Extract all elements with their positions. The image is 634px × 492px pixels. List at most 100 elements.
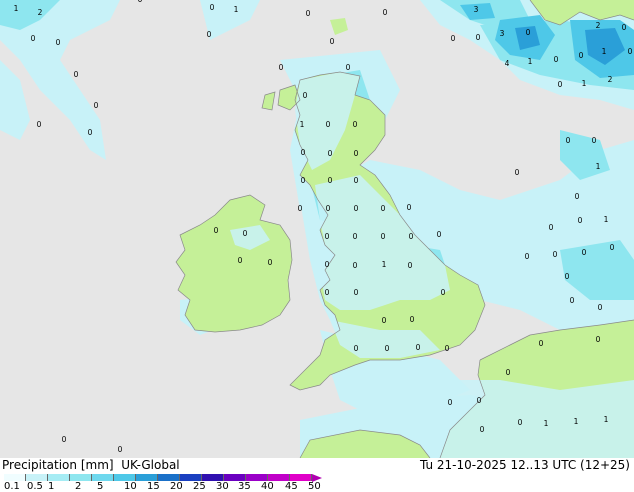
grid-value: 0	[306, 9, 311, 18]
grid-value: 0	[579, 51, 584, 60]
grid-value: 0	[325, 288, 330, 297]
grid-value: 0	[622, 23, 627, 32]
grid-value: 0	[118, 445, 123, 454]
grid-value: 1	[604, 415, 609, 424]
grid-value: 0	[596, 335, 601, 344]
colorbar-tick: 10	[124, 481, 137, 492]
grid-value: 0	[476, 33, 481, 42]
grid-value: 0	[477, 396, 482, 405]
colorbar-tick: 35	[238, 481, 251, 492]
grid-value: 0	[441, 288, 446, 297]
grid-value: 0	[279, 63, 284, 72]
grid-value: 0	[610, 243, 615, 252]
grid-value: 0	[448, 398, 453, 407]
colorbar-tick: 2	[75, 481, 82, 492]
grid-value: 0	[578, 216, 583, 225]
grid-value: 1	[14, 4, 19, 13]
grid-value: 0	[268, 258, 273, 267]
grid-value: 0	[74, 70, 79, 79]
grid-value: 0	[381, 232, 386, 241]
grid-value: 0	[353, 120, 358, 129]
grid-value: 0	[214, 226, 219, 235]
grid-value: 0	[325, 232, 330, 241]
grid-value: 0	[515, 168, 520, 177]
grid-value: 3	[500, 29, 505, 38]
grid-value: 0	[238, 256, 243, 265]
grid-value: 0	[31, 34, 36, 43]
grid-value: 0	[325, 260, 330, 269]
colorbar-swatch	[180, 474, 202, 481]
colorbar-tick: 20	[170, 481, 183, 492]
grid-value: 2	[38, 8, 43, 17]
grid-value: 0	[628, 47, 633, 56]
colorbar-tick: 5	[97, 481, 104, 492]
grid-value: 0	[243, 229, 248, 238]
colorbar-swatch	[224, 474, 246, 481]
grid-value: 0	[62, 435, 67, 444]
grid-value: 0	[558, 80, 563, 89]
grid-value: 0	[410, 315, 415, 324]
grid-value: 0	[385, 344, 390, 353]
grid-value: 0	[301, 176, 306, 185]
colorbar-tick: 45	[285, 481, 298, 492]
grid-value: 0	[525, 252, 530, 261]
grid-value: 0	[451, 34, 456, 43]
colorbar-swatch	[136, 474, 158, 481]
grid-value: 1	[604, 215, 609, 224]
grid-value: 0	[553, 250, 558, 259]
grid-value: 0	[506, 368, 511, 377]
colorbar-swatch	[158, 474, 180, 481]
grid-value: 0	[554, 55, 559, 64]
grid-value: 2	[596, 21, 601, 30]
colorbar-swatch	[92, 474, 114, 481]
grid-value: 0	[549, 223, 554, 232]
grid-value: 0	[138, 0, 143, 4]
forecast-datetime: Tu 21-10-2025 12..13 UTC (12+25)	[419, 458, 630, 472]
grid-value: 0	[592, 136, 597, 145]
grid-value: 0	[207, 30, 212, 39]
colorbar-tick: 0.1	[4, 481, 20, 492]
grid-value: 0	[354, 288, 359, 297]
legend-footer: Precipitation [mm] UK-Global Tu 21-10-20…	[0, 458, 634, 492]
grid-value: 1	[582, 79, 587, 88]
model-name: UK-Global	[113, 458, 180, 472]
grid-value: 1	[596, 162, 601, 171]
grid-value: 0	[409, 232, 414, 241]
grid-value: 2	[608, 75, 613, 84]
grid-value: 0	[416, 343, 421, 352]
grid-value: 0	[575, 192, 580, 201]
grid-value: 0	[582, 248, 587, 257]
grid-value: 1	[544, 419, 549, 428]
grid-value: 0	[353, 261, 358, 270]
colorbar-swatch	[202, 474, 224, 481]
precipitation-colorbar	[4, 473, 322, 482]
grid-value: 1	[234, 5, 239, 14]
grid-value: 4	[505, 59, 510, 68]
colorbar-swatch	[70, 474, 92, 481]
grid-value: 1	[300, 120, 305, 129]
grid-value: 0	[94, 101, 99, 110]
colorbar-tick-labels: 0.1 0.5 1 2 5 10 15 20 25 30 35 40 45 50	[0, 482, 634, 492]
legend-title: Precipitation [mm] UK-Global	[2, 458, 180, 472]
colorbar-tick: 50	[308, 481, 321, 492]
grid-value: 0	[566, 136, 571, 145]
grid-value: 0	[326, 120, 331, 129]
precipitation-map: 1 2 0 0 1 0 0 3 0 0 0 0 0 0 3 0 2 0 0 0 0 0 1 0 4 1 0 0 1 2 0 0 0 0 0 1 0 0 0 0…	[0, 0, 634, 458]
colorbar-swatch	[4, 474, 26, 481]
grid-value: 0	[408, 261, 413, 270]
grid-value: 0	[328, 176, 333, 185]
colorbar-swatch	[48, 474, 70, 481]
grid-value: 0	[565, 272, 570, 281]
colorbar-tick: 40	[261, 481, 274, 492]
grid-value: 1	[574, 417, 579, 426]
colorbar-swatch	[290, 474, 312, 481]
grid-value: 0	[37, 120, 42, 129]
grid-value: 0	[526, 28, 531, 37]
grid-value: 0	[437, 230, 442, 239]
grid-value: 0	[298, 204, 303, 213]
colorbar-tick: 25	[193, 481, 206, 492]
grid-value: 0	[303, 91, 308, 100]
grid-value: 3	[474, 5, 479, 14]
grid-value: 0	[328, 149, 333, 158]
grid-value: 1	[602, 47, 607, 56]
